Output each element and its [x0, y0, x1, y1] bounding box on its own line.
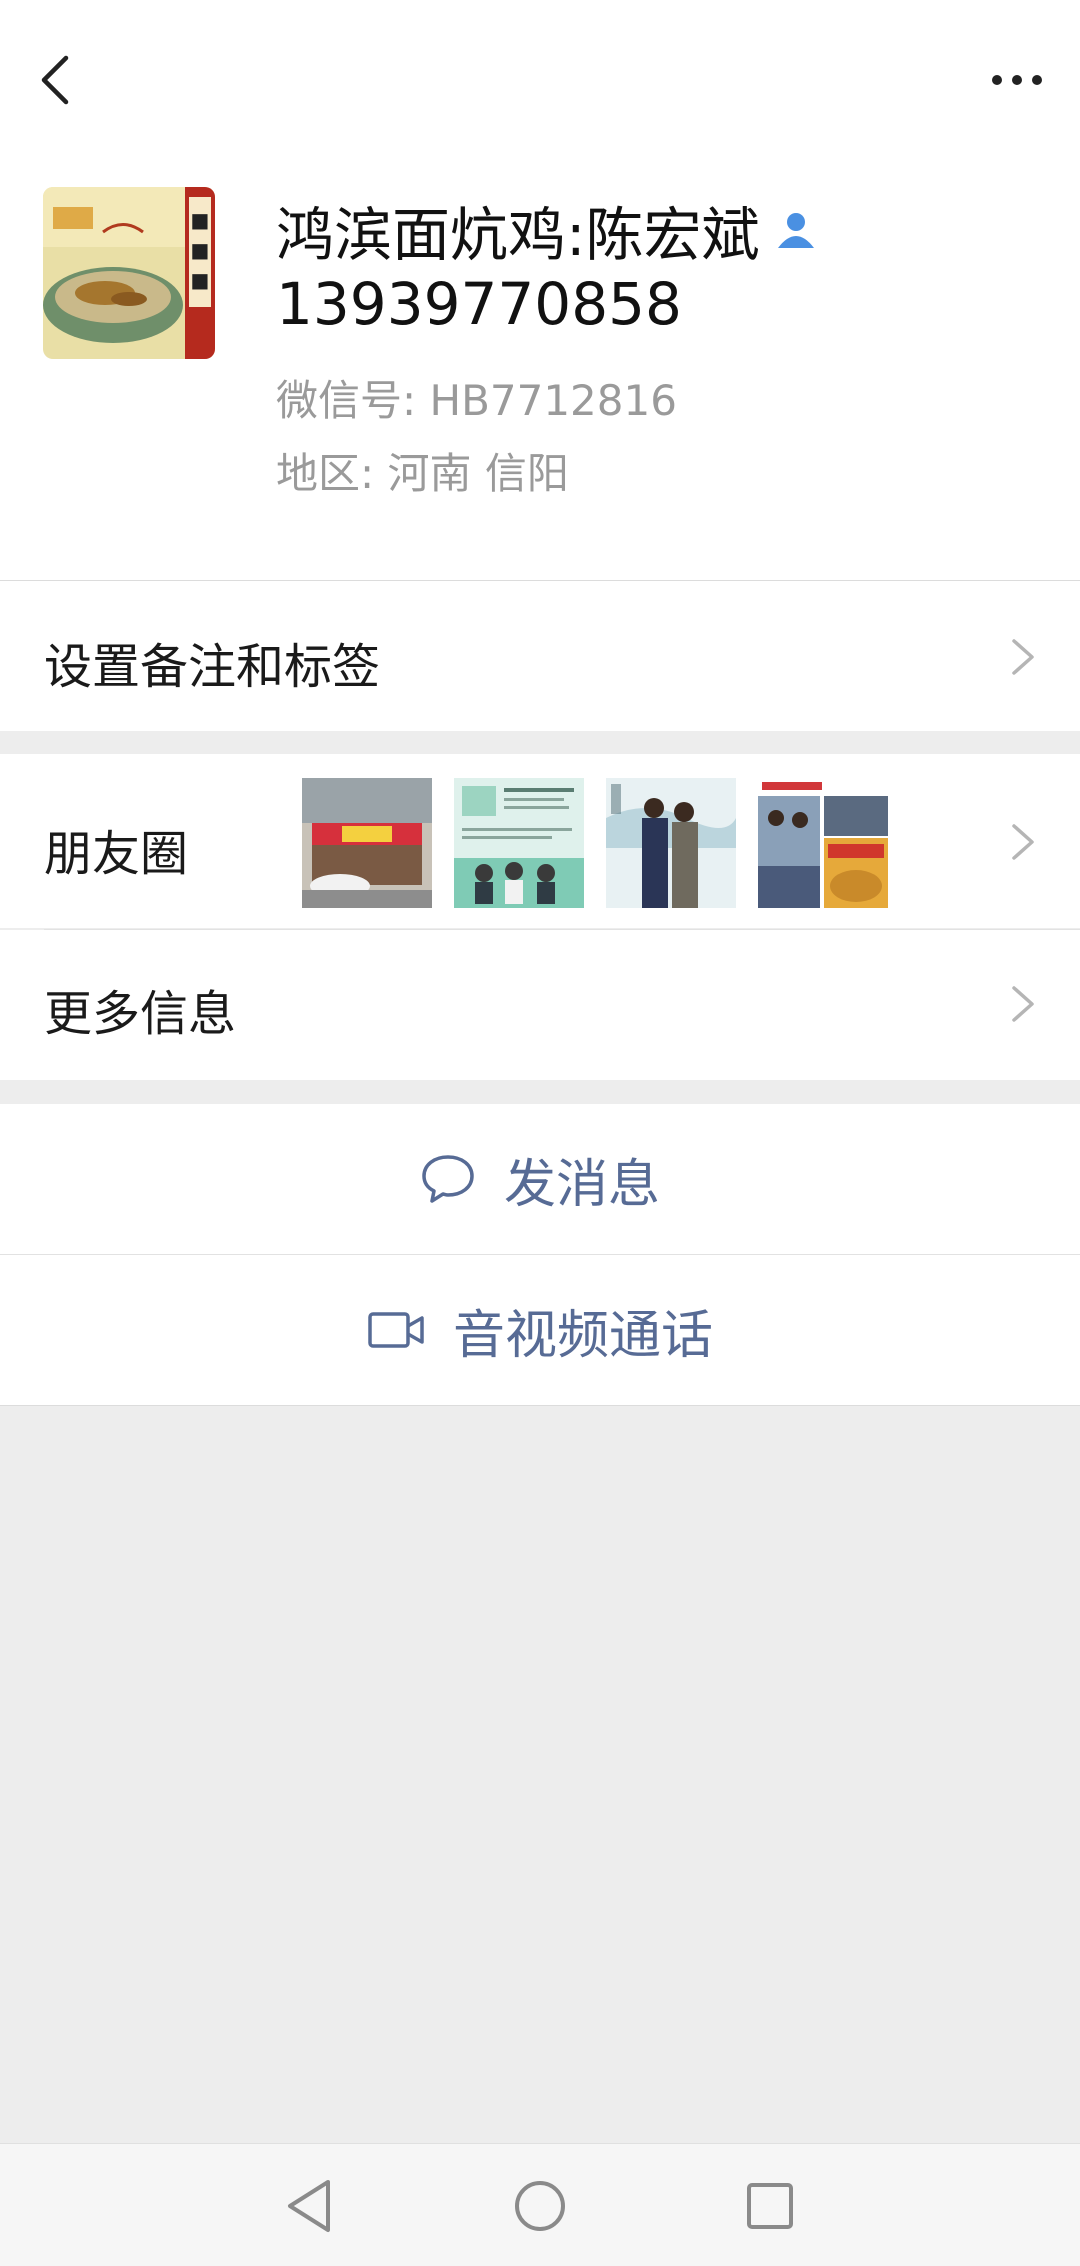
moments-thumbnail: [606, 778, 736, 908]
chevron-right-icon: [1012, 639, 1034, 675]
region: 地区: 河南 信阳: [276, 449, 569, 498]
chat-bubble-icon: [422, 1155, 474, 1203]
contact-person-icon: [777, 213, 814, 248]
set-remark-tags-label: 设置备注和标签: [44, 639, 381, 695]
wechat-id: 微信号: HB7712816: [276, 376, 677, 425]
moments-thumbnail: [302, 778, 432, 908]
video-call-label: 音视频通话: [452, 1305, 713, 1366]
nav-back-icon[interactable]: [278, 2174, 342, 2238]
svg-text:■: ■: [191, 238, 210, 262]
contact-name: 鸿滨面炕鸡:陈宏斌: [276, 201, 760, 269]
moments-row[interactable]: 朋友圈: [0, 754, 1080, 928]
send-message-button[interactable]: 发消息: [0, 1104, 1080, 1254]
name-row: 鸿滨面炕鸡:陈宏斌: [276, 190, 818, 270]
video-call-button[interactable]: 音视频通话: [0, 1255, 1080, 1405]
chevron-right-icon: [1012, 986, 1034, 1022]
top-bar: [0, 0, 1080, 160]
svg-text:■: ■: [191, 268, 210, 292]
set-remark-tags-row[interactable]: 设置备注和标签: [0, 581, 1080, 731]
more-options-button[interactable]: [982, 50, 1052, 110]
chevron-right-icon: [1012, 824, 1034, 860]
nav-recent-apps-icon[interactable]: [738, 2174, 802, 2238]
send-message-label: 发消息: [503, 1154, 660, 1215]
avatar[interactable]: ■ ■ ■: [43, 187, 215, 359]
back-button[interactable]: [30, 45, 80, 115]
divider: [44, 929, 1080, 930]
contact-phone: 13939770858: [276, 270, 682, 338]
svg-text:■: ■: [191, 208, 210, 232]
nav-home-icon[interactable]: [508, 2174, 572, 2238]
more-info-row[interactable]: 更多信息: [0, 930, 1080, 1080]
video-camera-icon: [368, 1312, 424, 1348]
moments-thumbnail: [454, 778, 584, 908]
system-navigation-bar: [0, 2143, 1080, 2266]
more-info-label: 更多信息: [44, 986, 237, 1042]
moments-thumbnails: [302, 778, 888, 908]
back-chevron-icon: [41, 55, 69, 105]
contact-profile-screen: ■ ■ ■ 鸿滨面炕鸡:陈宏斌 13939770858 微信号: HB77128…: [0, 0, 1080, 2266]
profile-card: ■ ■ ■ 鸿滨面炕鸡:陈宏斌 13939770858 微信号: HB77128…: [0, 160, 1080, 580]
moments-thumbnail: [758, 778, 888, 908]
more-dots-icon: [992, 75, 1042, 85]
moments-label: 朋友圈: [44, 826, 189, 882]
divider: [0, 1405, 1080, 1406]
